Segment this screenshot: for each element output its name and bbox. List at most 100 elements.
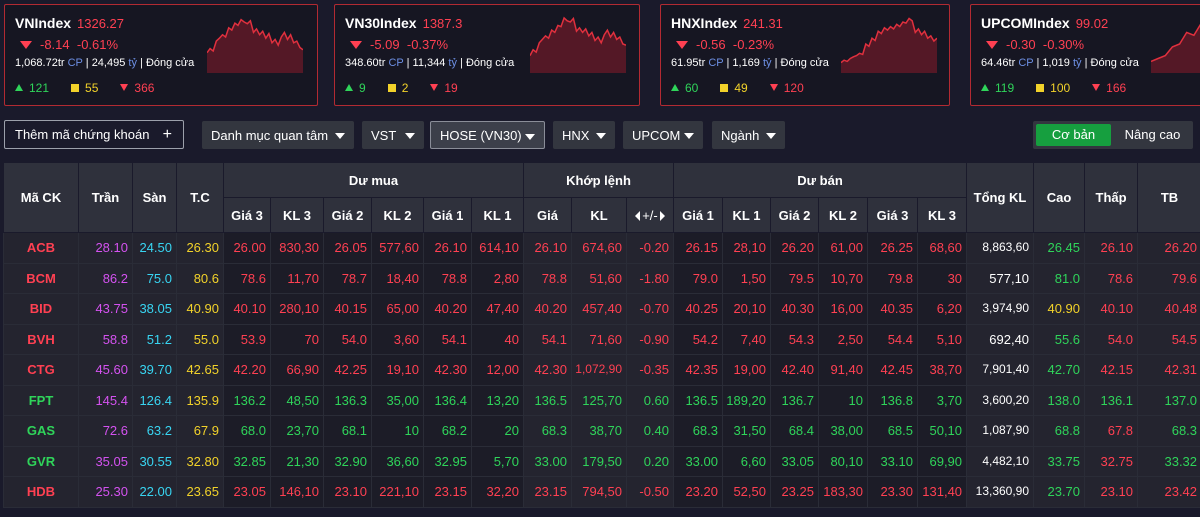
symbol-cell[interactable]: FPT <box>3 384 79 416</box>
header-ceiling[interactable]: Trần <box>78 162 133 233</box>
low-cell: 67.8 <box>1084 415 1139 447</box>
header-match-price[interactable]: Giá <box>523 197 572 233</box>
down-arrow-icon <box>20 41 32 49</box>
match-volume-cell: 457,40 <box>571 293 627 325</box>
caret-down-icon <box>525 134 535 140</box>
table-row[interactable]: HDB 25.30 22.00 23.65 23.05 146,10 23.10 221,10… <box>3 476 1200 508</box>
bid-vol-1-cell: 2,80 <box>471 262 524 294</box>
total-volume-cell: 3,974,90 <box>966 293 1035 325</box>
caret-down-icon <box>766 133 776 139</box>
header-total-volume[interactable]: Tổng KL <box>966 162 1035 233</box>
table-row[interactable]: GVR 35.05 30.55 32.80 32.85 21,30 32.90 36,60 32… <box>3 445 1200 477</box>
index-volume: 348.60tr <box>345 57 386 69</box>
advance-icon <box>345 84 353 91</box>
floor-cell: 75.0 <box>132 262 177 294</box>
header-match-volume[interactable]: KL <box>571 197 627 233</box>
symbol-cell[interactable]: BID <box>3 293 79 325</box>
floor-cell: 24.50 <box>132 232 177 264</box>
price-board: VNIndex 1326.27 -8.14 -0.61% 1,068.72tr C… <box>0 0 1200 517</box>
ask-price-1-cell: 26.15 <box>673 232 723 264</box>
header-bid-price-1[interactable]: Giá 1 <box>423 197 472 233</box>
basic-view-button[interactable]: Cơ bản <box>1036 124 1111 146</box>
match-volume-cell: 71,60 <box>571 323 627 355</box>
table-row[interactable]: BCM 86.2 75.0 80.6 78.6 11,70 78.7 18,40 78.8 2,8… <box>3 262 1200 294</box>
symbol-cell[interactable]: BCM <box>3 262 79 294</box>
header-code[interactable]: Mã CK <box>3 162 79 233</box>
table-row[interactable]: BVH 58.8 51.2 55.0 53.9 70 54.0 3,60 54.1 40 54.1 7… <box>3 323 1200 355</box>
header-ask-vol-2[interactable]: KL 2 <box>818 197 868 233</box>
advance-count: 60 <box>685 81 699 95</box>
table-row[interactable]: ACB 28.10 24.50 26.30 26.00 830,30 26.05 577,60… <box>3 232 1200 264</box>
vst-dropdown[interactable]: VST <box>362 121 424 149</box>
floor-cell: 126.4 <box>132 384 177 416</box>
symbol-cell[interactable]: ACB <box>3 232 79 264</box>
sparkline-area <box>207 19 303 73</box>
turnover-unit: tỷ <box>448 57 457 69</box>
header-ask-price-3[interactable]: Giá 3 <box>867 197 918 233</box>
header-ask-price-2[interactable]: Giá 2 <box>770 197 819 233</box>
change-cell: 0.20 <box>626 445 674 477</box>
average-cell: 26.20 <box>1137 232 1200 264</box>
header-low[interactable]: Thấp <box>1084 162 1139 233</box>
ask-vol-1-cell: 20,10 <box>722 293 771 325</box>
upcom-dropdown[interactable]: UPCOM <box>623 121 703 149</box>
header-ask-vol-1[interactable]: KL 1 <box>722 197 771 233</box>
ask-price-2-cell: 79.5 <box>770 262 819 294</box>
ask-price-2-cell: 23.25 <box>770 476 819 508</box>
header-average[interactable]: TB <box>1137 162 1200 233</box>
index-card-hnxindex[interactable]: HNXIndex 241.31 -0.56 -0.23% 61.95tr CP |… <box>660 4 950 106</box>
header-bid-price-2[interactable]: Giá 2 <box>323 197 372 233</box>
ask-vol-1-cell: 31,50 <box>722 415 771 447</box>
table-row[interactable]: BID 43.75 38.05 40.90 40.10 280,10 40.15 65,00 4… <box>3 293 1200 325</box>
vst-label: VST <box>371 127 397 143</box>
sector-dropdown[interactable]: Ngành <box>712 121 785 149</box>
bid-vol-1-cell: 20 <box>471 415 524 447</box>
index-turnover: 24,495 <box>91 57 126 69</box>
average-cell: 33.32 <box>1137 445 1200 477</box>
header-change-toggle[interactable]: +/- <box>626 197 674 233</box>
symbol-cell[interactable]: CTG <box>3 354 79 386</box>
add-symbol-button[interactable]: Thêm mã chứng khoán + <box>4 120 184 149</box>
ask-price-3-cell: 42.45 <box>867 354 918 386</box>
bid-price-3-cell: 68.0 <box>223 415 271 447</box>
index-card-vn30index[interactable]: VN30Index 1387.3 -5.09 -0.37% 348.60tr CP… <box>334 4 640 106</box>
hose-dropdown[interactable]: HOSE (VN30) <box>430 121 545 149</box>
floor-cell: 30.55 <box>132 445 177 477</box>
header-reference[interactable]: T.C <box>176 162 224 233</box>
symbol-cell[interactable]: GVR <box>3 445 79 477</box>
symbol-cell[interactable]: BVH <box>3 323 79 355</box>
change-cell: 0.40 <box>626 415 674 447</box>
index-card-vnindex[interactable]: VNIndex 1326.27 -8.14 -0.61% 1,068.72tr C… <box>4 4 318 106</box>
match-price-cell: 33.00 <box>523 445 572 477</box>
sparkline-chart <box>530 16 626 73</box>
header-ask-vol-3[interactable]: KL 3 <box>916 197 968 233</box>
sparkline-chart <box>1151 23 1200 73</box>
high-cell: 23.70 <box>1033 476 1086 508</box>
table-row[interactable]: FPT 145.4 126.4 135.9 136.2 48,50 136.3 35,00 13… <box>3 384 1200 416</box>
header-floor[interactable]: Sàn <box>132 162 177 233</box>
table-row[interactable]: GAS 72.6 63.2 67.9 68.0 23,70 68.1 10 68.2 20 68.3… <box>3 415 1200 447</box>
hnx-dropdown[interactable]: HNX <box>553 121 615 149</box>
bid-price-1-cell: 42.30 <box>423 354 472 386</box>
symbol-cell[interactable]: HDB <box>3 476 79 508</box>
bid-vol-2-cell: 35,00 <box>371 384 424 416</box>
table-row[interactable]: CTG 45.60 39.70 42.65 42.20 66,90 42.25 19,10 42… <box>3 354 1200 386</box>
header-bid-vol-3[interactable]: KL 3 <box>270 197 324 233</box>
header-bid-vol-1[interactable]: KL 1 <box>471 197 524 233</box>
bid-price-3-cell: 40.10 <box>223 293 271 325</box>
header-ask-price-1[interactable]: Giá 1 <box>673 197 723 233</box>
upcom-label: UPCOM <box>632 127 681 143</box>
match-volume-cell: 674,60 <box>571 232 627 264</box>
header-bid-price-3[interactable]: Giá 3 <box>223 197 271 233</box>
symbol-cell[interactable]: GAS <box>3 415 79 447</box>
advance-count: 119 <box>995 81 1015 95</box>
caret-left-icon <box>635 210 641 221</box>
header-bid-vol-2[interactable]: KL 2 <box>371 197 424 233</box>
index-card-upcomindex[interactable]: UPCOMIndex 99.02 -0.30 -0.30% 64.46tr CP … <box>970 4 1200 106</box>
bid-price-1-cell: 136.4 <box>423 384 472 416</box>
low-cell: 42.15 <box>1084 354 1139 386</box>
watchlist-dropdown[interactable]: Danh mục quan tâm <box>202 121 354 149</box>
header-high[interactable]: Cao <box>1033 162 1086 233</box>
advanced-view-button[interactable]: Nâng cao <box>1115 124 1190 146</box>
ask-price-1-cell: 136.5 <box>673 384 723 416</box>
